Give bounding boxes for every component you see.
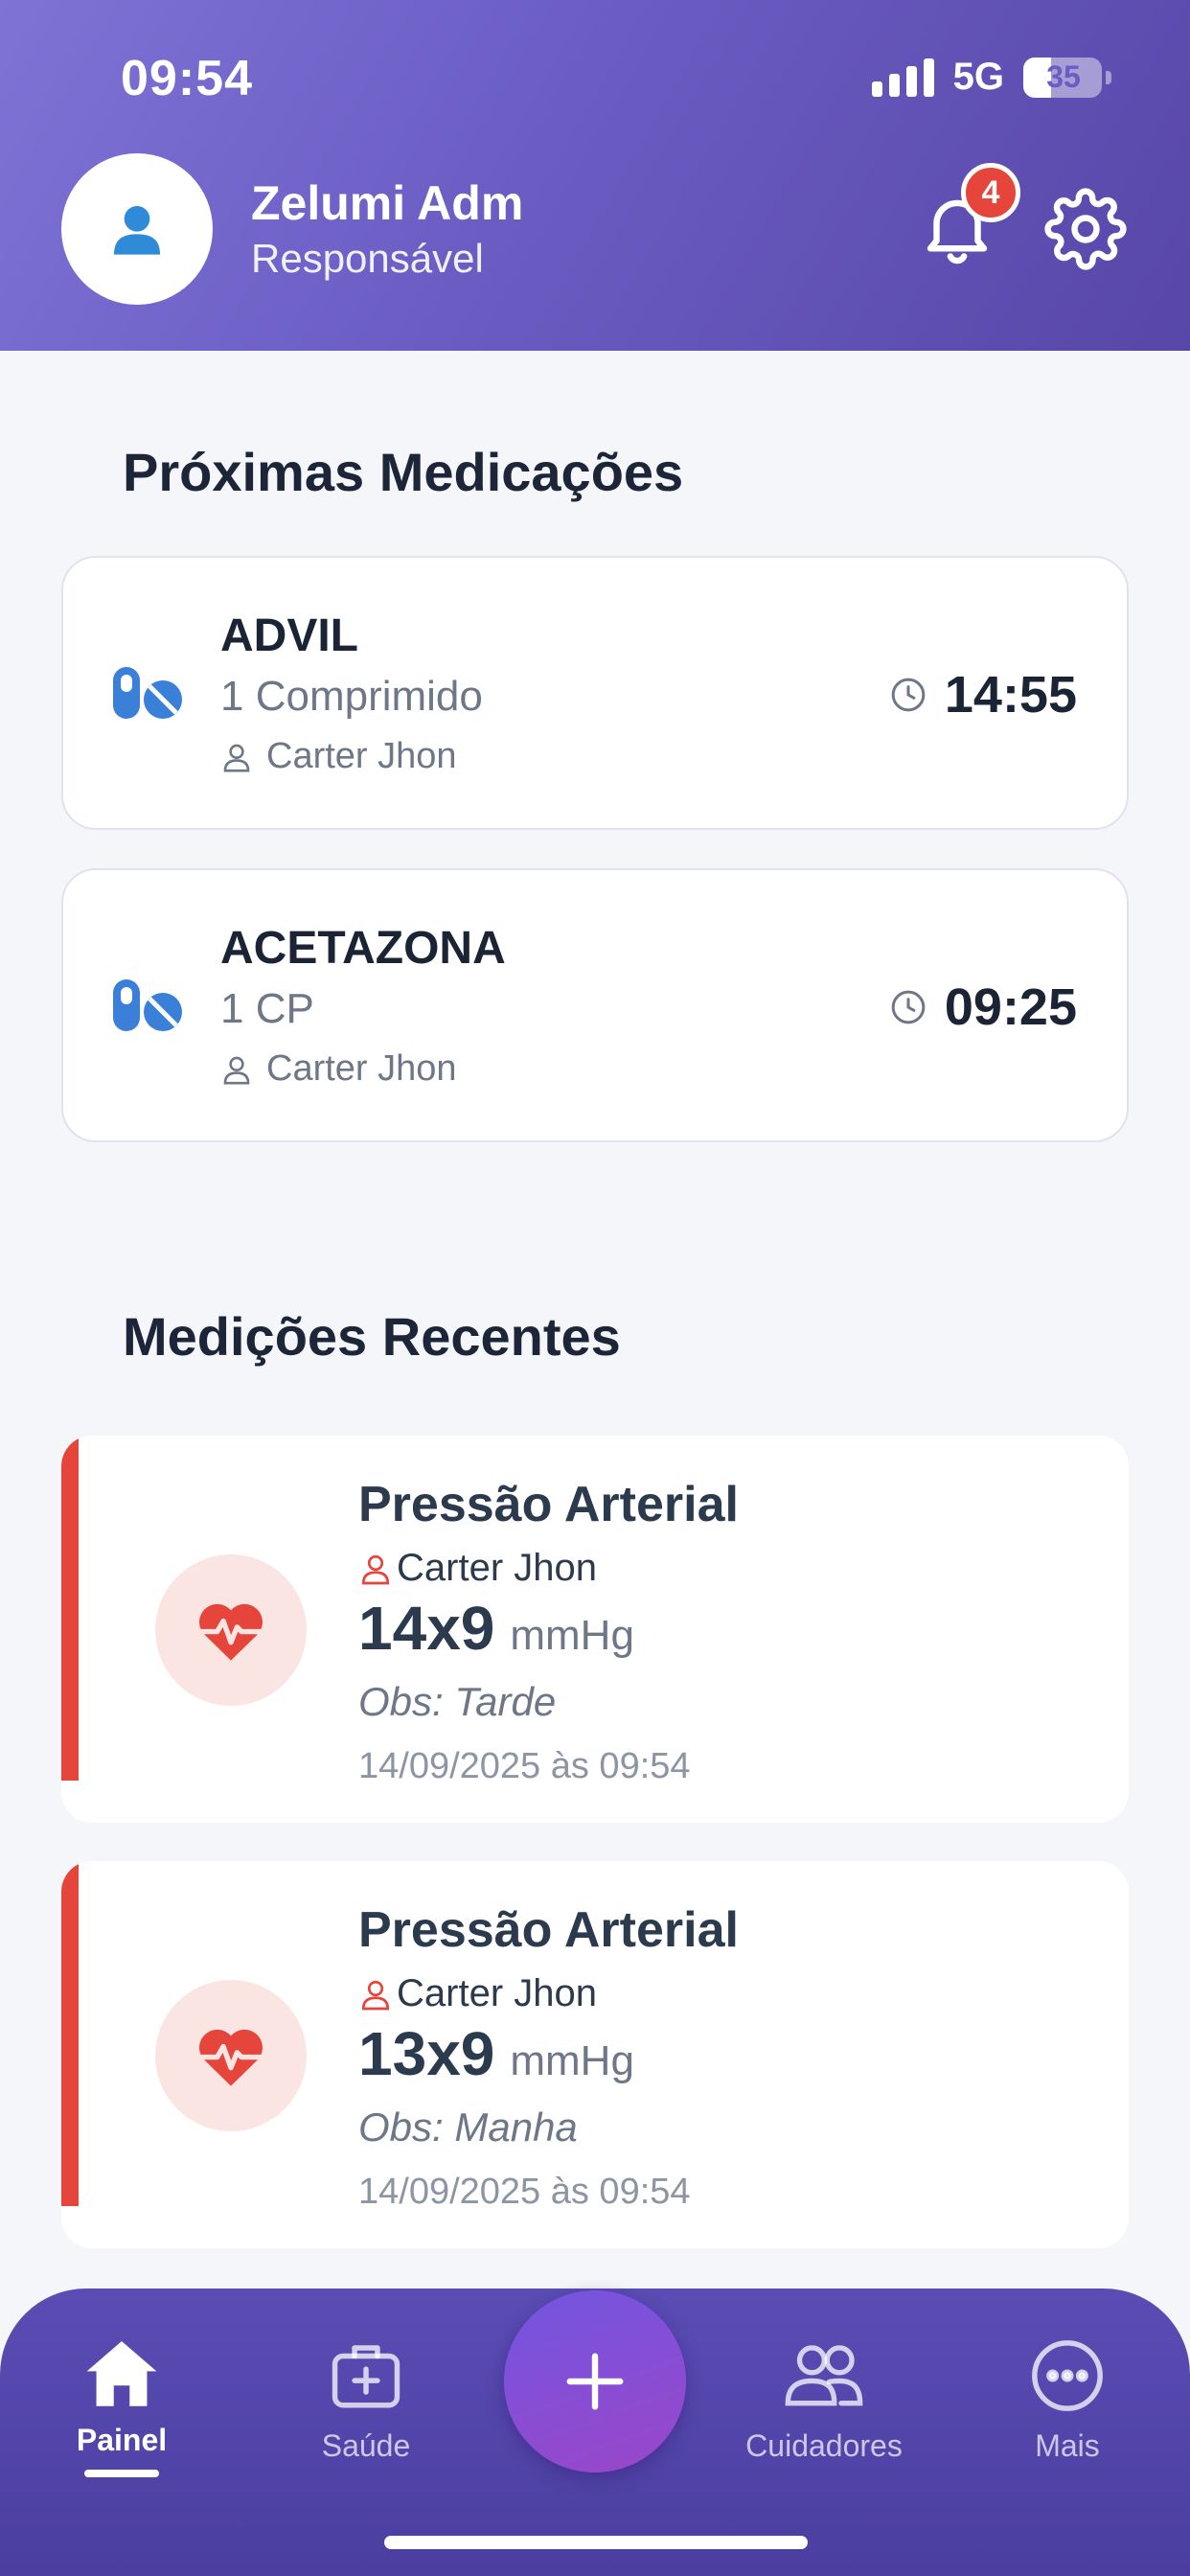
medication-name: ACETAZONA bbox=[220, 923, 506, 974]
pill-icon bbox=[113, 979, 182, 1031]
nav-label: Painel bbox=[76, 2423, 168, 2457]
plus-icon bbox=[566, 2353, 624, 2410]
battery-tip bbox=[1106, 70, 1111, 84]
medication-card[interactable]: ADVIL 1 Comprimido Carter Jhon 14:55 bbox=[61, 556, 1129, 830]
measurement-date: 14/09/2025 às 09:54 bbox=[358, 2172, 691, 2212]
heart-pulse-icon bbox=[198, 2029, 263, 2086]
medication-name: ADVIL bbox=[220, 610, 358, 661]
person-icon bbox=[361, 1980, 390, 2010]
measurement-card[interactable]: Pressão Arterial Carter Jhon 13x9 mmHg O… bbox=[61, 1861, 1129, 2248]
measurement-date: 14/09/2025 às 09:54 bbox=[358, 1746, 691, 1786]
medication-patient: Carter Jhon bbox=[220, 1048, 457, 1090]
person-icon bbox=[361, 1554, 390, 1584]
battery-percent: 35 bbox=[1046, 59, 1081, 94]
measurement-value: 13x9 bbox=[358, 2019, 495, 2088]
measurement-card[interactable]: Pressão Arterial Carter Jhon 14x9 mmHg O… bbox=[61, 1436, 1129, 1823]
measurement-reading: 14x9 mmHg bbox=[358, 1593, 634, 1664]
measurement-title: Pressão Arterial bbox=[358, 1477, 739, 1532]
status-indicators: 5G 35 bbox=[871, 56, 1111, 99]
nav-label: Saúde bbox=[321, 2428, 411, 2463]
heart-pulse-icon bbox=[198, 1603, 263, 1661]
time-value: 09:25 bbox=[944, 978, 1077, 1036]
measurement-note: Obs: Manha bbox=[358, 2104, 578, 2150]
nav-label: Cuidadores bbox=[745, 2428, 903, 2463]
nav-item-painel[interactable]: Painel bbox=[69, 2336, 174, 2477]
nav-label: Mais bbox=[1035, 2428, 1100, 2463]
time-value: 14:55 bbox=[944, 666, 1077, 724]
heart-icon-badge bbox=[155, 1554, 307, 1706]
person-icon bbox=[223, 744, 250, 771]
nav-item-mais[interactable]: Mais bbox=[1019, 2336, 1115, 2464]
user-role: Responsável bbox=[251, 236, 484, 281]
signal-icon bbox=[871, 58, 934, 97]
patient-name: Carter Jhon bbox=[266, 1048, 457, 1089]
avatar[interactable] bbox=[61, 153, 213, 305]
medication-time: 09:25 bbox=[889, 978, 1077, 1037]
gear-icon bbox=[1044, 188, 1127, 270]
measurement-patient: Carter Jhon bbox=[358, 1547, 597, 1590]
medication-card[interactable]: ACETAZONA 1 CP Carter Jhon 09:25 bbox=[61, 868, 1129, 1142]
medication-dose: 1 Comprimido bbox=[220, 673, 483, 720]
status-time: 09:54 bbox=[121, 51, 253, 106]
nav-item-cuidadores[interactable]: Cuidadores bbox=[730, 2336, 918, 2464]
measurement-title: Pressão Arterial bbox=[358, 1902, 739, 1958]
nav-item-saude[interactable]: Saúde bbox=[309, 2336, 423, 2464]
alert-stripe bbox=[61, 1861, 79, 2206]
measurement-patient: Carter Jhon bbox=[358, 1972, 597, 2015]
home-icon bbox=[86, 2340, 157, 2406]
notification-badge: 4 bbox=[961, 163, 1020, 222]
settings-button[interactable] bbox=[1044, 188, 1127, 270]
measurement-unit: mmHg bbox=[510, 1612, 634, 1659]
pill-icon bbox=[113, 667, 182, 719]
measurement-note: Obs: Tarde bbox=[358, 1679, 557, 1724]
medication-dose: 1 CP bbox=[220, 985, 314, 1032]
user-icon bbox=[114, 206, 160, 255]
alert-stripe bbox=[61, 1436, 79, 1781]
heart-icon-badge bbox=[155, 1980, 307, 2131]
measurement-reading: 13x9 mmHg bbox=[358, 2018, 634, 2089]
medication-patient: Carter Jhon bbox=[220, 736, 457, 777]
add-button[interactable] bbox=[504, 2290, 686, 2472]
network-type: 5G bbox=[952, 56, 1004, 98]
users-icon bbox=[785, 2345, 863, 2406]
user-name: Zelumi Adm bbox=[251, 176, 524, 230]
medical-kit-icon bbox=[332, 2345, 400, 2408]
person-icon bbox=[223, 1056, 250, 1084]
battery-icon: 35 bbox=[1023, 57, 1102, 98]
patient-name: Carter Jhon bbox=[266, 736, 457, 776]
active-indicator bbox=[84, 2470, 159, 2477]
more-icon bbox=[1032, 2340, 1103, 2411]
medications-section-title: Próximas Medicações bbox=[123, 442, 684, 502]
measurements-section-title: Medições Recentes bbox=[123, 1306, 621, 1367]
measurement-value: 14x9 bbox=[358, 1594, 495, 1663]
clock-icon bbox=[891, 678, 926, 712]
home-indicator[interactable] bbox=[384, 2536, 808, 2549]
clock-icon bbox=[891, 990, 926, 1024]
medication-time: 14:55 bbox=[889, 665, 1077, 724]
patient-name: Carter Jhon bbox=[397, 1972, 597, 2014]
measurement-unit: mmHg bbox=[510, 2037, 634, 2084]
patient-name: Carter Jhon bbox=[397, 1547, 597, 1589]
